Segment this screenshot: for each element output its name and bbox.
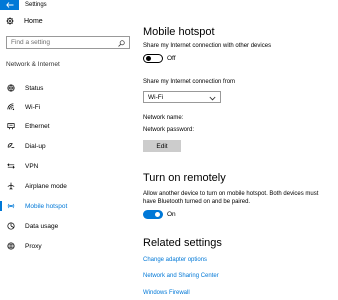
share-label: Share my Internet connection with other … — [143, 43, 272, 49]
hotspot-icon — [6, 201, 16, 211]
dialup-icon — [6, 141, 16, 151]
search-placeholder: Find a setting — [11, 39, 51, 46]
share-toggle[interactable] — [143, 54, 163, 63]
gear-icon — [6, 12, 14, 30]
home-nav[interactable]: Home — [6, 16, 43, 26]
sidebar-item-label: Data usage — [25, 222, 59, 230]
sidebar-item-label: VPN — [25, 162, 39, 170]
sidebar-item-label: Airplane mode — [25, 182, 67, 190]
sidebar-item-proxy[interactable]: Proxy — [0, 240, 136, 252]
edit-button[interactable]: Edit — [143, 140, 181, 152]
vpn-icon — [6, 161, 16, 171]
share-from-dropdown[interactable]: Wi-Fi — [143, 91, 221, 103]
back-arrow-icon — [5, 2, 13, 8]
remote-section-title: Turn on remotely — [143, 172, 226, 184]
section-header: Network & Internet — [6, 61, 60, 68]
remote-toggle[interactable] — [143, 210, 163, 219]
related-settings-title: Related settings — [143, 237, 222, 249]
share-from-label: Share my Internet connection from — [143, 79, 236, 85]
search-input[interactable]: Find a setting — [6, 36, 130, 49]
link-windows-firewall[interactable]: Windows Firewall — [143, 290, 190, 296]
page-title: Mobile hotspot — [143, 26, 215, 38]
search-icon[interactable] — [118, 34, 125, 52]
sidebar-item-label: Dial-up — [25, 142, 46, 150]
link-network-sharing-center[interactable]: Network and Sharing Center — [143, 273, 219, 279]
link-change-adapter-options[interactable]: Change adapter options — [143, 257, 207, 263]
share-from-value: Wi-Fi — [148, 93, 164, 101]
sidebar-item-label: Ethernet — [25, 122, 50, 130]
sidebar-item-data-usage[interactable]: Data usage — [0, 220, 136, 232]
sidebar-item-label: Proxy — [25, 242, 42, 250]
sidebar-item-label: Status — [25, 84, 44, 92]
sidebar-item-wifi[interactable]: Wi-Fi — [0, 101, 136, 113]
network-password-label: Network password: — [143, 127, 195, 133]
back-button[interactable] — [0, 0, 19, 10]
sidebar-item-label: Mobile hotspot — [25, 202, 68, 210]
ethernet-icon — [6, 121, 16, 131]
data-usage-icon — [6, 221, 16, 231]
remote-description: Allow another device to turn on mobile h… — [143, 191, 319, 205]
selection-indicator — [0, 201, 2, 211]
sidebar-item-dial-up[interactable]: Dial-up — [0, 140, 136, 152]
globe-icon — [6, 83, 16, 93]
home-label: Home — [24, 17, 43, 25]
chevron-down-icon — [209, 88, 216, 106]
wifi-icon — [6, 102, 16, 112]
share-toggle-state: Off — [167, 55, 176, 62]
sidebar-item-ethernet[interactable]: Ethernet — [0, 120, 136, 132]
sidebar-item-label: Wi-Fi — [25, 103, 41, 111]
airplane-icon — [6, 181, 16, 191]
sidebar-item-mobile-hotspot[interactable]: Mobile hotspot — [0, 200, 136, 212]
network-name-label: Network name: — [143, 115, 184, 121]
toggle-knob — [146, 56, 151, 61]
sidebar-item-status[interactable]: Status — [0, 82, 136, 94]
toggle-knob — [155, 212, 160, 217]
sidebar — [0, 10, 136, 300]
app-title: Settings — [25, 2, 47, 8]
sidebar-item-vpn[interactable]: VPN — [0, 160, 136, 172]
proxy-icon — [6, 241, 16, 251]
sidebar-item-airplane-mode[interactable]: Airplane mode — [0, 180, 136, 192]
title-bar: Settings — [0, 0, 338, 10]
remote-toggle-state: On — [167, 211, 176, 218]
